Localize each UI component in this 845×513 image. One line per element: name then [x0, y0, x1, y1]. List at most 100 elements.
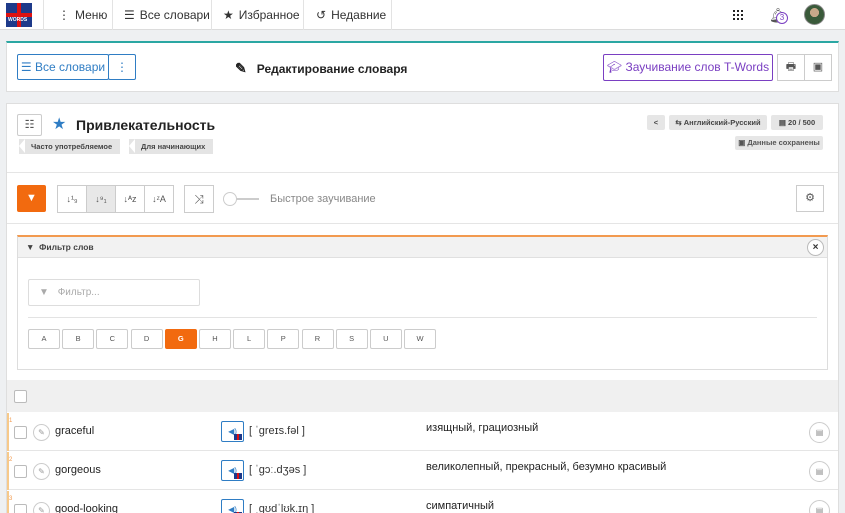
edit-word-button[interactable]: ✎: [33, 424, 50, 441]
settings-button[interactable]: ⚙: [796, 185, 824, 212]
row-checkbox[interactable]: [14, 504, 27, 513]
select-all-bar: [7, 380, 838, 412]
divider: [7, 223, 838, 224]
share-button[interactable]: <: [647, 115, 665, 130]
pencil-icon: ✎: [38, 467, 45, 476]
play-audio-button[interactable]: ◀): [221, 421, 244, 442]
word-details-button[interactable]: ▤: [809, 500, 830, 513]
quick-learn-toggle[interactable]: [223, 192, 261, 206]
learn-words-button[interactable]: 🎓︎ Заучивание слов T-Words: [603, 54, 773, 81]
sort-alpha-desc-button[interactable]: ↓ᶻA: [145, 186, 173, 212]
row-checkbox[interactable]: [14, 426, 27, 439]
saved-status-label: Данные сохранены: [747, 138, 820, 147]
play-audio-button[interactable]: ◀): [221, 499, 244, 513]
dictionary-panel: ☷ ★ Привлекательность Часто употребляемо…: [6, 103, 839, 513]
tag-beginners[interactable]: Для начинающих: [129, 139, 214, 154]
tag-frequent[interactable]: Часто употребляемое: [19, 139, 121, 154]
saved-status-badge: ▣ Данные сохранены: [735, 136, 823, 150]
translation: великолепный, прекрасный, безумно красив…: [426, 461, 667, 473]
sort-button-group: ↓¹₉ ↓⁹₁ ↓ᴬz ↓ᶻA: [57, 185, 174, 213]
word-text: gorgeous: [55, 464, 101, 476]
letter-button-p[interactable]: P: [267, 329, 300, 349]
pencil-icon: ✎: [235, 60, 247, 76]
pencil-icon: ✎: [38, 506, 45, 513]
print-button[interactable]: 🖶: [777, 54, 805, 81]
sort-alpha-asc-button[interactable]: ↓ᴬz: [116, 186, 145, 212]
sort-numeric-desc-button[interactable]: ↓⁹₁: [87, 186, 116, 212]
nav-all-dictionaries-label: Все словари: [139, 8, 210, 22]
language-pair-label: Английский-Русский: [683, 118, 761, 127]
row-checkbox[interactable]: [14, 465, 27, 478]
gear-icon: ⚙: [805, 192, 815, 204]
document-icon: ▤: [815, 506, 824, 513]
star-icon: ★: [223, 8, 234, 22]
logo[interactable]: WORDS: [6, 3, 32, 27]
quick-learn-label: Быстрое заучивание: [270, 193, 376, 205]
table-row: 1 ✎ graceful ◀) [ ˈɡreɪs.fəl ] изящный, …: [7, 413, 838, 451]
nav-recent[interactable]: ↺ Недавние: [316, 0, 386, 30]
more-options-button[interactable]: ⋮: [108, 54, 136, 80]
menu-button[interactable]: ⋮ Меню: [58, 0, 107, 30]
uk-flag-icon: [234, 434, 242, 440]
filter-icon: ▼: [26, 242, 40, 252]
nav-favorites-label: Избранное: [238, 8, 300, 22]
edit-word-button[interactable]: ✎: [33, 463, 50, 480]
close-filter-button[interactable]: ×: [807, 239, 824, 256]
uk-flag-icon: [234, 473, 242, 479]
letter-filter-group: A B C D G H L P R S U W: [28, 329, 438, 349]
letter-button-g[interactable]: G: [164, 329, 197, 349]
letter-button-h[interactable]: H: [198, 329, 231, 349]
word-details-button[interactable]: ▤: [809, 422, 830, 443]
editor-header-panel: ☰ Все словари ⋮ ✎ Редактирование словаря …: [6, 41, 839, 92]
nav-recent-label: Недавние: [331, 8, 387, 22]
share-icon: <: [653, 118, 659, 127]
letter-button-a[interactable]: A: [28, 329, 60, 349]
filter-toggle-button[interactable]: ▼: [17, 185, 46, 212]
avatar[interactable]: [804, 4, 825, 25]
row-number: 2: [9, 457, 13, 463]
filter-input[interactable]: [57, 287, 188, 298]
sliders-icon: ☷: [24, 119, 35, 131]
word-text: good-looking: [55, 503, 118, 513]
letter-button-d[interactable]: D: [130, 329, 163, 349]
letter-button-l[interactable]: L: [233, 329, 266, 349]
letter-button-w[interactable]: W: [404, 329, 437, 349]
nav-divider: [303, 0, 304, 30]
letter-button-c[interactable]: C: [96, 329, 129, 349]
letter-button-s[interactable]: S: [335, 329, 368, 349]
letter-button-u[interactable]: U: [369, 329, 402, 349]
favorite-star-icon[interactable]: ★: [52, 114, 66, 134]
letter-button-b[interactable]: B: [62, 329, 95, 349]
select-all-checkbox[interactable]: [14, 390, 27, 403]
transcription: [ ˈɡreɪs.fəl ]: [249, 425, 305, 437]
table-row: 2 ✎ gorgeous ◀) [ ˈɡɔː.dʒəs ] великолепн…: [7, 452, 838, 490]
apps-grid-icon[interactable]: [733, 10, 743, 20]
play-audio-button[interactable]: ◀): [221, 460, 244, 481]
all-dictionaries-button[interactable]: ☰ Все словари: [17, 54, 109, 80]
export-button[interactable]: ▣: [804, 54, 832, 81]
shuffle-button[interactable]: ⤨: [184, 185, 214, 213]
nav-favorites[interactable]: ★ Избранное: [223, 0, 300, 30]
nav-divider: [43, 0, 44, 30]
filter-search-field[interactable]: ▼: [28, 279, 200, 306]
word-filter-panel: ▼ Фильтр слов × ▼ A B C D G H L P R S U …: [17, 235, 828, 370]
sort-numeric-asc-button[interactable]: ↓¹₉: [58, 186, 87, 212]
settings-sliders-button[interactable]: ☷: [17, 114, 42, 136]
logo-text: WORDS: [8, 17, 28, 23]
list-icon: ☰: [124, 8, 135, 22]
nav-all-dictionaries[interactable]: ☰ Все словари: [124, 0, 210, 30]
word-details-button[interactable]: ▤: [809, 461, 830, 482]
document-icon: ▤: [815, 467, 824, 476]
row-number: 1: [9, 418, 13, 424]
menu-label: Меню: [75, 8, 108, 22]
pencil-icon: ✎: [38, 428, 45, 437]
word-count-label: 20 / 500: [788, 118, 816, 127]
edit-word-button[interactable]: ✎: [33, 502, 50, 513]
graduation-cap-icon: 🎓︎: [606, 60, 626, 74]
translation: симпатичный: [426, 500, 495, 512]
filter-icon: ▼: [39, 287, 49, 298]
shuffle-icon: ⤨: [194, 192, 204, 206]
letter-button-r[interactable]: R: [301, 329, 334, 349]
vertical-dots-icon: ⋮: [116, 60, 128, 74]
nav-divider: [391, 0, 392, 30]
